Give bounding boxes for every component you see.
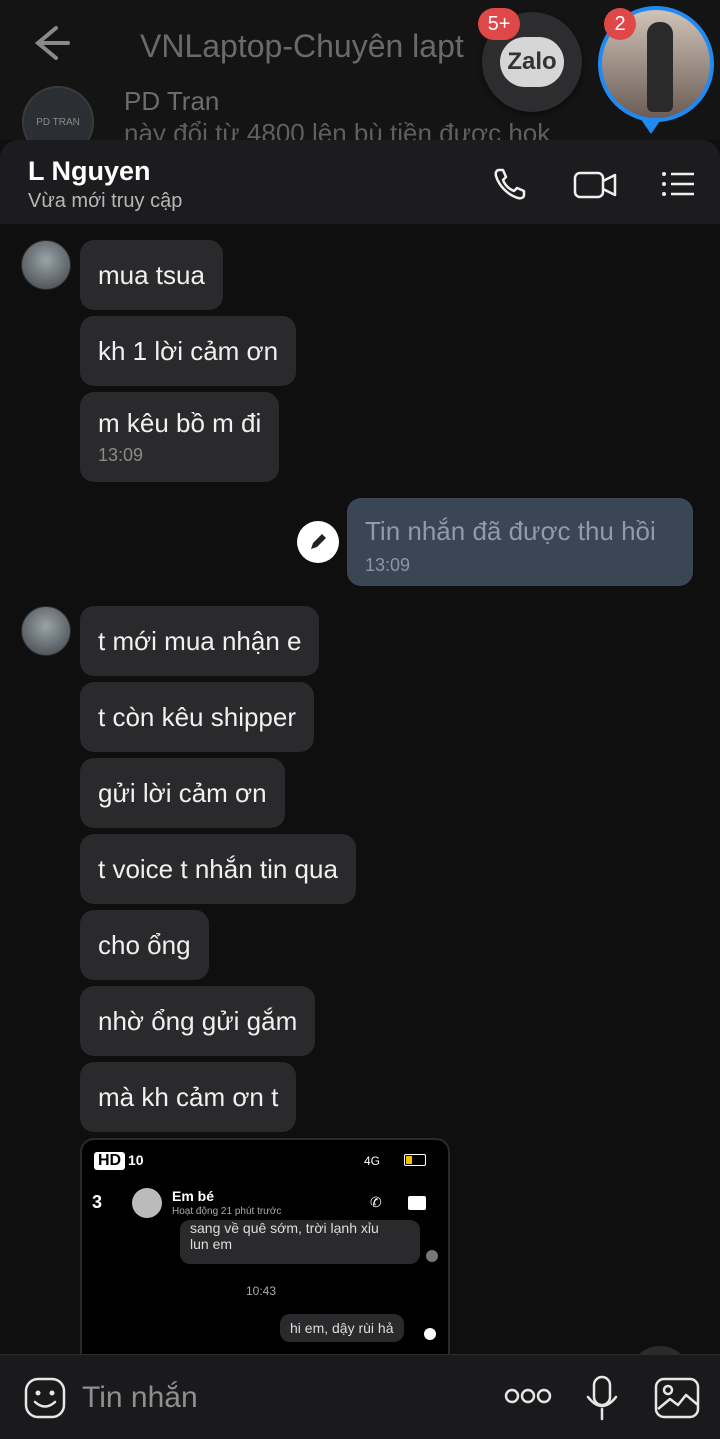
edit-button[interactable]: [297, 521, 339, 563]
message-bubble[interactable]: cho ổng: [80, 910, 209, 980]
chat-header: L Nguyen Vừa mới truy cập: [0, 140, 720, 224]
emoji-icon[interactable]: [24, 1377, 66, 1419]
screenshot-clock: 10: [128, 1152, 144, 1168]
pencil-icon: [311, 534, 326, 549]
message-text: kh 1 lời cảm ơn: [98, 335, 279, 366]
back-arrow-icon[interactable]: [26, 20, 72, 66]
message-bubble[interactable]: t voice t nhắn tin qua: [80, 834, 356, 904]
contact-status: Vừa mới truy cập: [28, 190, 183, 212]
message-text: t voice t nhắn tin qua: [98, 853, 338, 884]
message-bubble[interactable]: gửi lời cảm ơn: [80, 758, 285, 828]
message-text: m kêu bồ m đi: [98, 408, 262, 438]
screenshot-reply: hi em, dậy rùi hả: [280, 1314, 404, 1342]
message-text: cho ổng: [98, 929, 191, 960]
screenshot-contact-status: Hoạt động 21 phút trước: [172, 1206, 282, 1217]
screenshot-phone-icon: ✆: [370, 1194, 382, 1210]
recalled-message-text: Tin nhắn đã được thu hồi: [365, 516, 656, 546]
message-bubble[interactable]: t mới mua nhận e: [80, 606, 320, 676]
message-text: nhờ ổng gửi gắm: [98, 1005, 298, 1036]
hd-badge: HD: [94, 1152, 126, 1170]
chat-head-photo: [647, 22, 673, 112]
screenshot-back-count: 3: [92, 1192, 103, 1212]
background-group-title: VNLaptop-Chuyên lapt: [140, 28, 464, 64]
message-composer: Tin nhắn: [0, 1354, 720, 1439]
chat-panel: L Nguyen Vừa mới truy cập mua tsua kh 1 …: [0, 140, 720, 1439]
screenshot-message-line1: sang về quê sớm, trời lạnh xỉu: [190, 1220, 379, 1236]
scroll-to-bottom-button[interactable]: [629, 1346, 691, 1354]
screenshot-avatar: [132, 1188, 162, 1218]
screenshot-network: 4G: [364, 1154, 381, 1168]
image-message[interactable]: HD 10 4G 3 Em bé Hoạt động 21 phút trước…: [80, 1138, 450, 1354]
screenshot-time: 10:43: [246, 1284, 277, 1298]
menu-icon[interactable]: [658, 164, 698, 204]
contact-unread-badge: 2: [604, 8, 636, 40]
background-sender-name: PD Tran: [124, 86, 220, 116]
screenshot-sent-icon: [424, 1328, 436, 1340]
phone-call-icon[interactable]: [490, 164, 530, 204]
message-bubble[interactable]: mua tsua: [80, 240, 223, 310]
message-time: 13:09: [98, 445, 144, 465]
screenshot-message-line2: lun em: [190, 1236, 233, 1252]
zalo-unread-badge: 5+: [478, 8, 520, 40]
microphone-icon[interactable]: [584, 1375, 620, 1421]
recalled-message-bubble[interactable]: Tin nhắn đã được thu hồi 13:09: [347, 498, 693, 586]
screenshot-message: sang về quê sớm, trời lạnh xỉu lun em: [180, 1220, 420, 1264]
message-time: 13:09: [365, 555, 411, 575]
message-text: mua tsua: [98, 259, 205, 290]
chat-head-pointer-icon: [640, 118, 662, 134]
contact-name[interactable]: L Nguyen: [28, 156, 151, 187]
message-input[interactable]: Tin nhắn: [82, 1381, 198, 1415]
background-preview: này đổi từ 4800 lên bù tiền được hok: [124, 118, 551, 140]
screenshot-video-icon: [408, 1196, 426, 1210]
message-bubble[interactable]: t còn kêu shipper: [80, 682, 315, 752]
message-list[interactable]: mua tsua kh 1 lời cảm ơn m kêu bồ m đi 1…: [0, 224, 720, 1354]
message-text: t mới mua nhận e: [98, 625, 302, 656]
message-bubble[interactable]: m kêu bồ m đi 13:09: [80, 392, 280, 482]
more-options-icon[interactable]: [504, 1381, 552, 1411]
background-avatar-text: PD TRAN: [36, 116, 80, 128]
zalo-logo-icon: Zalo: [500, 37, 564, 87]
message-text: t còn kêu shipper: [98, 701, 297, 732]
message-bubble[interactable]: kh 1 lời cảm ơn: [80, 316, 297, 386]
video-call-icon[interactable]: [572, 164, 618, 204]
message-text: mà kh cảm ơn t: [98, 1081, 279, 1112]
screenshot-seen-avatar: [426, 1250, 438, 1262]
message-bubble[interactable]: nhờ ổng gửi gắm: [80, 986, 316, 1056]
sender-avatar[interactable]: [21, 240, 71, 290]
screenshot-contact-name: Em bé: [172, 1188, 215, 1204]
sender-avatar[interactable]: [21, 606, 71, 656]
image-icon[interactable]: [654, 1377, 700, 1419]
message-text: gửi lời cảm ơn: [98, 777, 267, 808]
message-bubble[interactable]: mà kh cảm ơn t: [80, 1062, 297, 1132]
battery-icon: [404, 1154, 426, 1166]
